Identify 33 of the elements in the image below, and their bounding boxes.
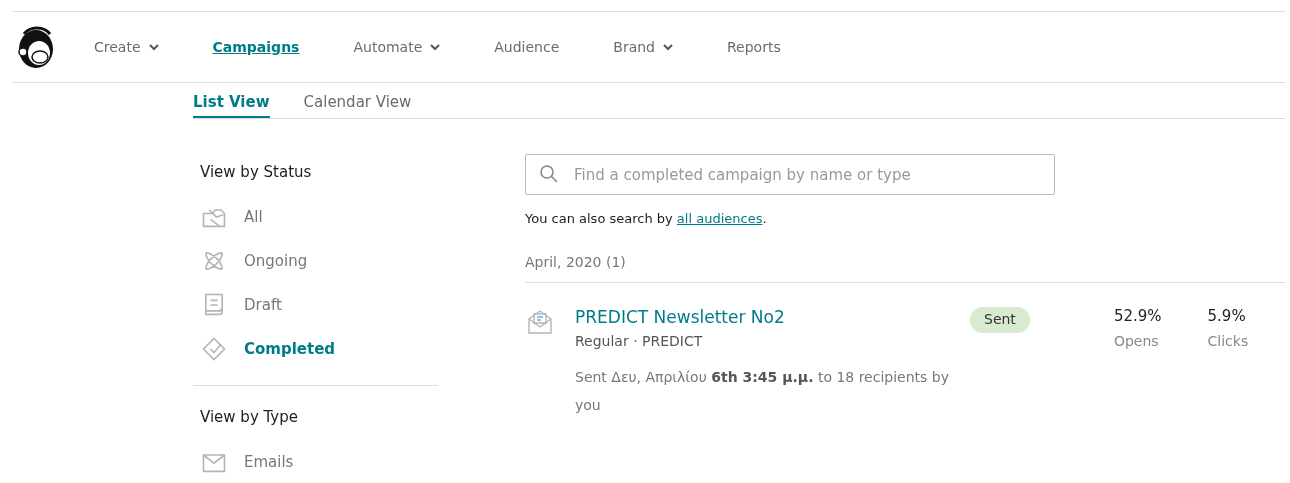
chevron-down-icon — [663, 43, 673, 51]
nav-link[interactable]: Audience — [488, 35, 566, 59]
stat-value: 52.9% — [1113, 307, 1162, 325]
nav-link[interactable]: Create — [88, 35, 165, 59]
envelope-icon — [525, 307, 555, 337]
campaign-title-link[interactable]: PREDICT Newsletter No2 — [575, 307, 785, 327]
nav-link[interactable]: Automate — [347, 35, 447, 59]
search-icon — [539, 164, 559, 184]
view-tab[interactable]: List View — [193, 83, 270, 118]
chevron-down-icon — [430, 43, 441, 51]
nav-link[interactable]: Brand — [607, 35, 679, 59]
view-tab[interactable]: Calendar View — [303, 83, 412, 118]
stat-value: 5.9% — [1207, 307, 1247, 325]
filter-link[interactable]: Completed — [193, 327, 336, 371]
stat-label: Opens — [1113, 333, 1160, 349]
section-heading: View by Type — [200, 408, 299, 426]
nav-link[interactable]: Reports — [721, 35, 787, 59]
sent-info: Sent Δευ, Απριλίου 6th 3:45 μ.μ. to 18 recipients by you — [575, 368, 950, 415]
filter-link[interactable]: Ongoing — [193, 239, 308, 283]
filter-link[interactable]: Emails — [193, 440, 294, 483]
status-badge: Sent — [970, 307, 1030, 333]
search-hint: You can also search by all audiences. — [525, 211, 768, 226]
filter-link[interactable]: Draft — [193, 283, 282, 327]
audiences-link[interactable]: all audiences — [676, 211, 763, 226]
group-heading: April, 2020 (1) — [525, 254, 1285, 283]
search-field[interactable]: Find a completed campaign by name or type — [525, 154, 1055, 195]
campaign-meta: Regular · PREDICT — [575, 333, 704, 349]
nav-link[interactable]: Campaigns — [206, 35, 306, 59]
check-icon — [200, 335, 228, 363]
section-heading: View by Status — [200, 163, 313, 181]
stat-label: Clicks — [1207, 333, 1249, 349]
chevron-down-icon — [148, 43, 159, 51]
filter-link[interactable]: All — [193, 195, 263, 239]
